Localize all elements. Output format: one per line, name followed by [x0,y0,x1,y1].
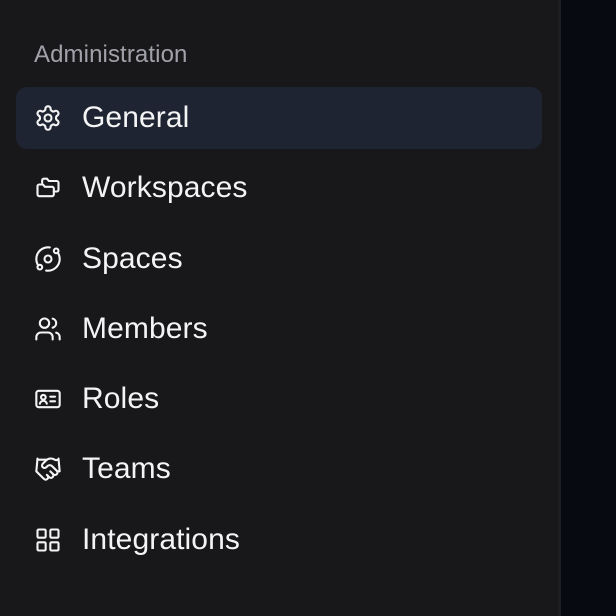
sidebar-item-teams[interactable]: Teams [16,438,542,500]
sidebar-item-label: Workspaces [82,171,248,205]
sidebar-item-label: Integrations [82,522,240,556]
sidebar-item-general[interactable]: General [16,87,542,149]
sidebar-item-roles[interactable]: Roles [16,368,542,430]
workspaces-icon [34,174,62,202]
section-title-administration: Administration [34,41,188,68]
sidebar-item-label: Members [82,311,208,345]
sidebar-item-integrations[interactable]: Integrations [16,509,542,571]
handshake-icon [34,455,62,483]
admin-nav: General Workspaces Spaces Members Roles … [16,87,542,579]
users-icon [34,315,62,343]
orbit-icon [34,245,62,273]
sidebar-item-workspaces[interactable]: Workspaces [16,157,542,219]
sidebar-item-members[interactable]: Members [16,298,542,360]
app-window: Administration General Workspaces Spaces… [0,0,616,616]
sidebar-item-label: General [82,101,190,134]
sidebar-item-label: Roles [82,382,160,416]
sidebar-item-spaces[interactable]: Spaces [16,228,542,290]
id-card-icon [34,385,62,413]
gear-icon [34,104,62,132]
admin-sidebar: Administration General Workspaces Spaces… [0,0,558,616]
grid-icon [34,526,62,554]
main-content-area [561,0,616,616]
sidebar-item-label: Teams [82,452,171,486]
sidebar-item-label: Spaces [82,241,183,275]
